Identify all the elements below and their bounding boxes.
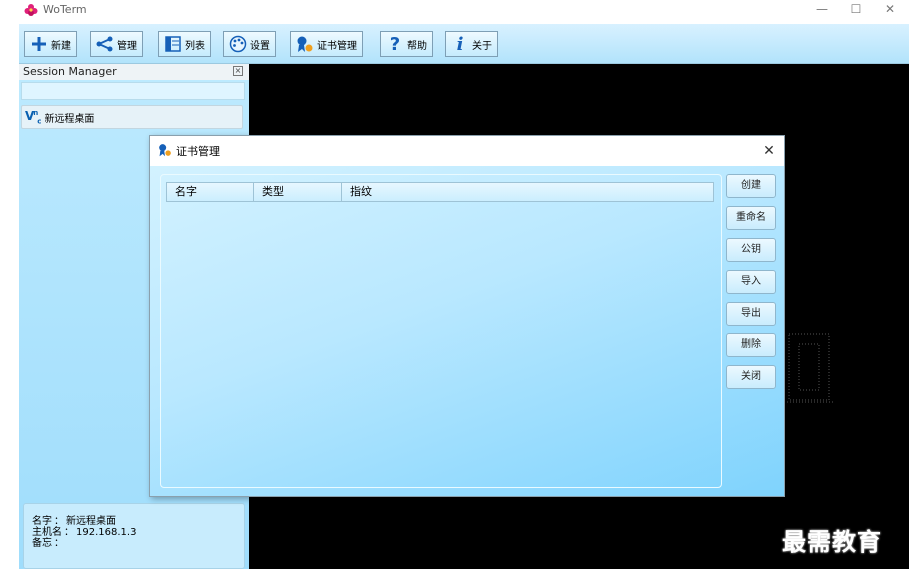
list-button-label: 列表 <box>185 40 205 52</box>
new-button[interactable]: 新建 <box>24 31 77 57</box>
cert-list-header: 名字 类型 指纹 <box>166 182 714 202</box>
new-button-label: 新建 <box>51 40 71 52</box>
cert-manager-dialog: 证书管理 ✕ 名字 类型 指纹 创建 重命名 公钥 导入 导出 删除 关闭 <box>149 135 785 497</box>
settings-button[interactable]: 设置 <box>223 31 276 57</box>
column-header-fingerprint[interactable]: 指纹 <box>342 183 713 201</box>
certificate-icon <box>158 143 172 160</box>
palette-icon <box>229 35 247 53</box>
help-button-label: 帮助 <box>407 40 427 52</box>
close-dialog-button[interactable]: 关闭 <box>726 365 776 389</box>
session-manager-header: Session Manager × <box>19 64 249 80</box>
rename-button[interactable]: 重命名 <box>726 206 776 230</box>
app-window: WoTerm — ☐ ✕ 新建 管理 列表 设置 证书管理 ? 帮助 i 关于 … <box>0 0 909 569</box>
maximize-button[interactable]: ☐ <box>839 0 873 20</box>
list-panel-icon <box>164 35 182 53</box>
detail-note-label: 备忘 <box>32 538 52 549</box>
detail-note-row: 备忘： <box>32 538 64 549</box>
public-key-button[interactable]: 公钥 <box>726 238 776 262</box>
dialog-close-button[interactable]: ✕ <box>760 142 778 160</box>
list-button[interactable]: 列表 <box>158 31 211 57</box>
dialog-title: 证书管理 <box>176 145 220 158</box>
detail-name-label: 名字 <box>32 516 52 527</box>
share-icon <box>96 35 114 53</box>
detail-name-value: 新远程桌面 <box>66 516 116 527</box>
cert-manage-button-label: 证书管理 <box>317 40 357 52</box>
plus-icon <box>30 35 48 53</box>
create-button[interactable]: 创建 <box>726 174 776 198</box>
about-button-label: 关于 <box>472 40 492 52</box>
toolbar: 新建 管理 列表 设置 证书管理 ? 帮助 i 关于 <box>19 24 909 64</box>
dialog-title-bar: 证书管理 ✕ <box>150 136 784 166</box>
session-details-box: 名字： 新远程桌面 主机名： 192.168.1.3 备忘： <box>23 503 245 569</box>
manage-button-label: 管理 <box>117 40 137 52</box>
help-button[interactable]: ? 帮助 <box>380 31 433 57</box>
title-bar: WoTerm — ☐ ✕ <box>0 0 909 24</box>
manage-button[interactable]: 管理 <box>90 31 143 57</box>
minimize-button[interactable]: — <box>805 0 839 20</box>
column-header-type[interactable]: 类型 <box>254 183 342 201</box>
terminal-ghost-glyph <box>787 333 835 403</box>
session-list-item[interactable]: Vnc 新远程桌面 <box>21 105 243 129</box>
delete-button[interactable]: 删除 <box>726 333 776 357</box>
info-icon: i <box>456 33 464 55</box>
session-manager-title: Session Manager <box>23 65 117 78</box>
cert-list[interactable]: 名字 类型 指纹 <box>160 174 722 488</box>
close-window-button[interactable]: ✕ <box>873 0 907 20</box>
import-button[interactable]: 导入 <box>726 270 776 294</box>
certificate-icon <box>296 35 314 53</box>
about-button[interactable]: i 关于 <box>445 31 498 57</box>
question-icon: ? <box>389 33 401 55</box>
detail-host-value: 192.168.1.3 <box>76 527 137 538</box>
app-logo-icon <box>24 4 38 16</box>
vnc-icon: Vnc <box>25 108 41 126</box>
session-search-input[interactable] <box>21 82 245 100</box>
app-title: WoTerm <box>43 3 87 16</box>
detail-host-label: 主机名 <box>32 527 62 538</box>
left-edge <box>0 20 19 569</box>
export-button[interactable]: 导出 <box>726 302 776 326</box>
cert-manage-button[interactable]: 证书管理 <box>290 31 363 57</box>
column-header-name[interactable]: 名字 <box>167 183 254 201</box>
detail-name-row: 名字： 新远程桌面 <box>32 516 116 527</box>
session-item-label: 新远程桌面 <box>44 113 95 125</box>
watermark-text: 最需教育 <box>782 527 882 556</box>
detail-host-row: 主机名： 192.168.1.3 <box>32 527 137 538</box>
session-panel-close-icon[interactable]: × <box>233 66 243 76</box>
settings-button-label: 设置 <box>250 40 270 52</box>
